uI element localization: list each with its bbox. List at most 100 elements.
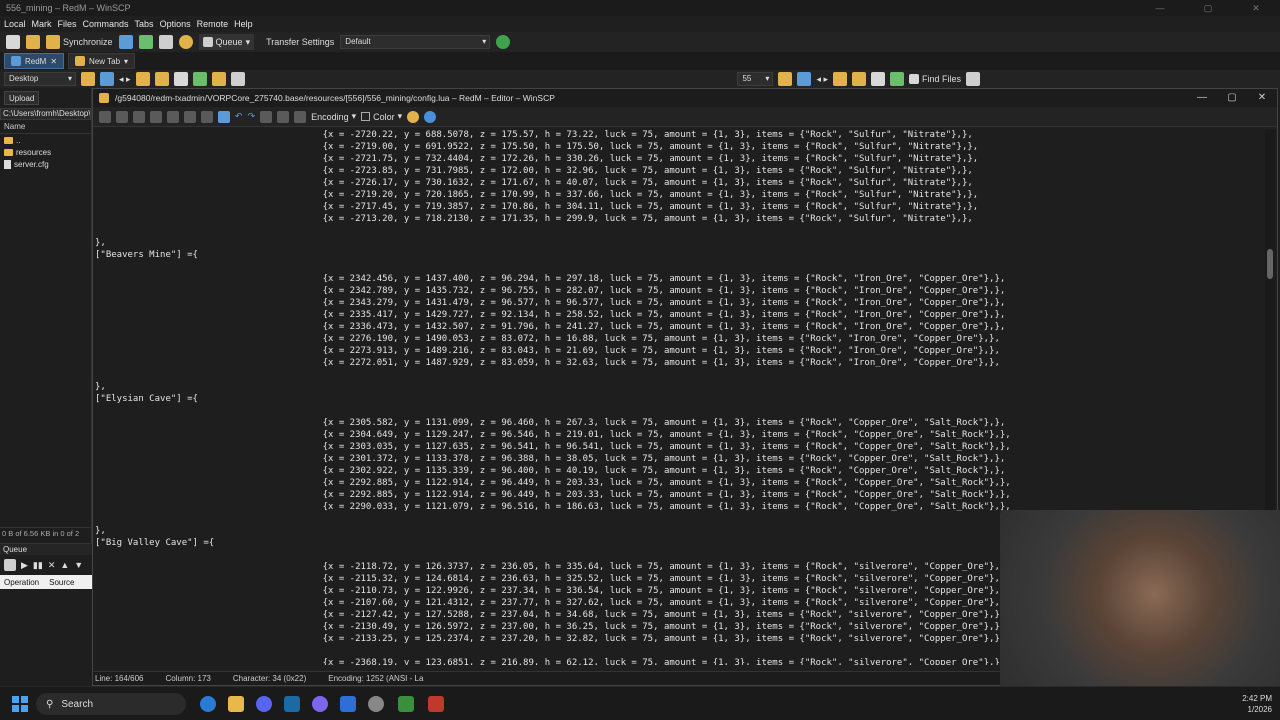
undo-icon[interactable]: ↶	[235, 111, 243, 122]
save-icon[interactable]	[99, 110, 111, 123]
find-icon[interactable]	[260, 110, 273, 123]
folder-icon[interactable]	[81, 72, 95, 86]
nav-arrows-icon[interactable]: ◂ ▸	[816, 74, 828, 85]
redo-icon[interactable]: ↷	[248, 111, 256, 122]
menu-commands[interactable]: Commands	[83, 19, 129, 29]
code-line[interactable]: {x = 2342.789, y = 1435.732, z = 96.755,…	[95, 285, 1265, 297]
scrollbar-thumb[interactable]	[1267, 249, 1273, 279]
maximize-button[interactable]: ▢	[1184, 0, 1232, 16]
view-icon[interactable]	[230, 72, 245, 86]
code-line[interactable]: {x = 2302.922, y = 1135.339, z = 96.400,…	[95, 465, 1265, 477]
upload-button[interactable]: Upload	[4, 91, 40, 105]
minimize-button[interactable]: —	[1187, 89, 1217, 107]
code-line[interactable]	[95, 225, 1265, 237]
copy-icon[interactable]	[167, 110, 179, 123]
code-line[interactable]: {x = -2723.85, y = 731.7985, z = 172.00,…	[95, 165, 1265, 177]
menu-tabs[interactable]: Tabs	[135, 19, 154, 29]
root-folder-icon[interactable]	[851, 72, 866, 86]
list-item[interactable]: ..	[0, 134, 91, 146]
code-line[interactable]: {x = 2292.885, y = 1122.914, z = 96.449,…	[95, 477, 1265, 489]
cut-icon[interactable]	[150, 110, 162, 123]
vscode-icon[interactable]	[340, 696, 356, 712]
sync-browse-icon[interactable]	[118, 35, 133, 49]
find-icon[interactable]	[211, 72, 226, 86]
home-icon[interactable]	[870, 72, 885, 86]
discord-icon[interactable]	[256, 696, 272, 712]
tab-redm[interactable]: RedM ✕	[4, 53, 65, 69]
local-path-field[interactable]: C:\Users\fromh\Desktop\	[0, 108, 91, 120]
code-line[interactable]: {x = 2343.279, y = 1431.479, z = 96.577,…	[95, 297, 1265, 309]
code-line[interactable]: {x = 2303.035, y = 1127.635, z = 96.541,…	[95, 441, 1265, 453]
paste-icon[interactable]	[184, 110, 196, 123]
queue-settings-icon[interactable]	[4, 559, 16, 571]
gear-icon[interactable]	[178, 35, 193, 49]
gear-icon[interactable]	[407, 110, 420, 123]
menu-help[interactable]: Help	[234, 19, 253, 29]
code-line[interactable]: {x = 2336.473, y = 1432.507, z = 91.796,…	[95, 321, 1265, 333]
redm-icon[interactable]	[428, 696, 444, 712]
steam-icon[interactable]	[284, 696, 300, 712]
column-source[interactable]: Source	[49, 578, 74, 587]
code-line[interactable]	[95, 369, 1265, 381]
menu-mark[interactable]: Mark	[32, 19, 52, 29]
root-folder-icon[interactable]	[154, 72, 169, 86]
code-line[interactable]: {x = -2719.00, y = 691.9522, z = 175.50,…	[95, 141, 1265, 153]
code-line[interactable]	[95, 261, 1265, 273]
color-button[interactable]: Color ▾	[361, 111, 402, 122]
code-line[interactable]: {x = 2301.372, y = 1133.378, z = 96.388,…	[95, 453, 1265, 465]
refresh-icon[interactable]	[192, 72, 207, 86]
file-explorer-icon[interactable]	[228, 696, 244, 712]
code-line[interactable]: },	[95, 237, 1265, 249]
find-files-button[interactable]: Find Files	[908, 74, 961, 84]
code-line[interactable]: {x = 2272.051, y = 1487.929, z = 83.059,…	[95, 357, 1265, 369]
close-button[interactable]: ✕	[1232, 0, 1280, 16]
code-line[interactable]: ["Beavers Mine"] ={	[95, 249, 1265, 261]
delete-icon[interactable]: ✕	[48, 560, 56, 571]
obs-icon[interactable]	[368, 696, 384, 712]
menu-options[interactable]: Options	[160, 19, 191, 29]
code-line[interactable]: {x = 2273.913, y = 1489.216, z = 83.043,…	[95, 345, 1265, 357]
back-icon[interactable]: ◂ ▸	[119, 74, 131, 85]
code-line[interactable]: {x = -2713.20, y = 718.2130, z = 171.35,…	[95, 213, 1265, 225]
code-line[interactable]: {x = -2717.45, y = 719.3857, z = 170.86,…	[95, 201, 1265, 213]
code-line[interactable]: {x = -2720.22, y = 688.5078, z = 175.57,…	[95, 129, 1265, 141]
menu-local[interactable]: Local	[4, 19, 26, 29]
move-up-icon[interactable]: ▲	[60, 560, 69, 570]
code-line[interactable]: {x = 2342.456, y = 1437.400, z = 96.294,…	[95, 273, 1265, 285]
refresh-icon[interactable]	[138, 35, 153, 49]
code-line[interactable]: {x = 2304.649, y = 1129.247, z = 96.546,…	[95, 429, 1265, 441]
close-button[interactable]: ✕	[1247, 89, 1277, 107]
code-line[interactable]: {x = 2276.190, y = 1490.053, z = 83.072,…	[95, 333, 1265, 345]
replace-icon[interactable]	[277, 110, 290, 123]
code-line[interactable]: {x = -2721.75, y = 732.4404, z = 172.26,…	[95, 153, 1265, 165]
close-icon[interactable]: ✕	[50, 57, 57, 66]
parent-folder-icon[interactable]	[135, 72, 150, 86]
parent-folder-icon[interactable]	[832, 72, 847, 86]
select-all-icon[interactable]	[218, 110, 230, 123]
edge-icon[interactable]	[200, 696, 216, 712]
new-window-icon[interactable]	[6, 35, 20, 49]
winscp-icon[interactable]	[398, 696, 414, 712]
view-icon[interactable]	[966, 72, 980, 86]
column-operation[interactable]: Operation	[4, 578, 39, 587]
list-item[interactable]: resources	[0, 146, 91, 158]
code-line[interactable]: {x = 2335.417, y = 1429.727, z = 92.134,…	[95, 309, 1265, 321]
code-line[interactable]: {x = -2719.20, y = 720.1865, z = 170.99,…	[95, 189, 1265, 201]
windows-start-icon[interactable]	[12, 696, 28, 712]
local-drive-select[interactable]: Desktop	[4, 72, 76, 86]
compare-icon[interactable]	[26, 35, 40, 49]
open-folder-icon[interactable]	[778, 72, 793, 86]
code-line[interactable]	[95, 405, 1265, 417]
code-line[interactable]: },	[95, 381, 1265, 393]
encoding-button[interactable]: Encoding ▾	[311, 111, 356, 122]
menu-files[interactable]: Files	[58, 19, 77, 29]
home-icon[interactable]	[173, 72, 188, 86]
transfer-preset-select[interactable]: Default	[340, 35, 491, 49]
taskbar-search[interactable]: ⚲ Search	[36, 693, 186, 715]
delete-icon[interactable]	[201, 110, 213, 123]
move-down-icon[interactable]: ▼	[74, 560, 83, 570]
taskbar-clock[interactable]: 2:42 PM 1/2026	[1212, 693, 1272, 715]
minimize-button[interactable]: —	[1136, 0, 1184, 16]
globe-icon[interactable]	[496, 35, 511, 49]
reload-icon[interactable]	[133, 110, 145, 123]
